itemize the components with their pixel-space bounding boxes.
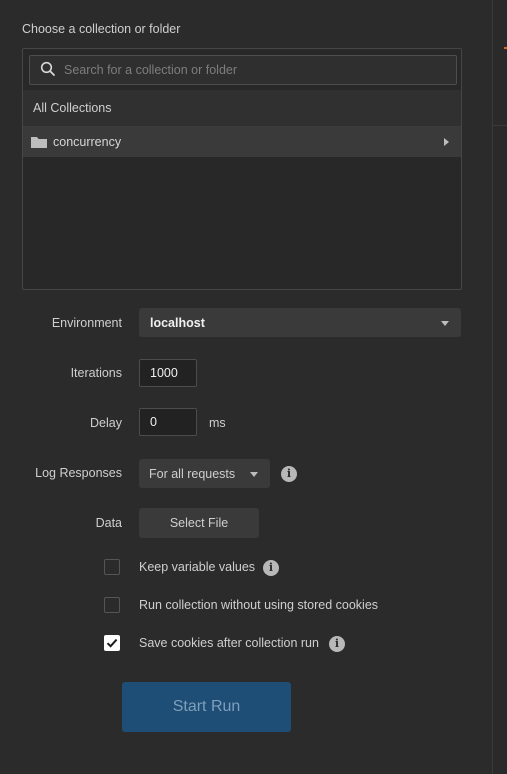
- delay-input[interactable]: [139, 408, 197, 436]
- log-responses-select[interactable]: For all requests: [139, 459, 270, 488]
- environment-selected-value: localhost: [150, 316, 205, 330]
- environment-label: Environment: [51, 316, 122, 330]
- all-collections-label: All Collections: [33, 101, 112, 115]
- keep-variable-values-checkbox[interactable]: [104, 559, 120, 575]
- folder-icon: [31, 137, 47, 148]
- chevron-down-icon: [250, 472, 258, 477]
- info-icon[interactable]: i: [329, 636, 345, 652]
- info-icon[interactable]: i: [281, 466, 297, 482]
- collection-runner-panel: Choose a collection or folder All Collec…: [0, 0, 507, 774]
- collection-item-label: concurrency: [53, 135, 122, 149]
- iterations-label: Iterations: [70, 366, 122, 380]
- collection-item-concurrency[interactable]: concurrency: [23, 127, 461, 157]
- log-responses-selected-value: For all requests: [149, 467, 236, 481]
- select-file-button[interactable]: Select File: [139, 508, 259, 538]
- chevron-right-icon[interactable]: [444, 138, 449, 146]
- start-run-button[interactable]: Start Run: [122, 682, 291, 732]
- save-cookies-label: Save cookies after collection run: [139, 636, 319, 650]
- divider: [493, 125, 507, 126]
- info-icon[interactable]: i: [263, 560, 279, 576]
- delay-unit-label: ms: [209, 416, 226, 430]
- log-responses-label: Log Responses: [35, 466, 122, 480]
- checkmark-icon: [106, 638, 118, 648]
- no-stored-cookies-checkbox[interactable]: [104, 597, 120, 613]
- collection-picker-title: Choose a collection or folder: [22, 22, 181, 36]
- environment-select[interactable]: localhost: [139, 308, 461, 337]
- no-stored-cookies-label: Run collection without using stored cook…: [139, 598, 379, 612]
- search-input[interactable]: [64, 56, 444, 84]
- right-panel-edge: [492, 0, 507, 774]
- save-cookies-checkbox[interactable]: [104, 635, 120, 651]
- search-icon: [40, 61, 55, 76]
- all-collections-breadcrumb[interactable]: All Collections: [23, 90, 461, 127]
- iterations-input[interactable]: [139, 359, 197, 387]
- search-box[interactable]: [29, 55, 457, 85]
- delay-label: Delay: [90, 416, 122, 430]
- collection-picker: All Collections concurrency: [22, 48, 462, 290]
- keep-variable-values-label: Keep variable values: [139, 560, 256, 574]
- chevron-down-icon: [441, 321, 449, 326]
- data-label: Data: [95, 516, 122, 530]
